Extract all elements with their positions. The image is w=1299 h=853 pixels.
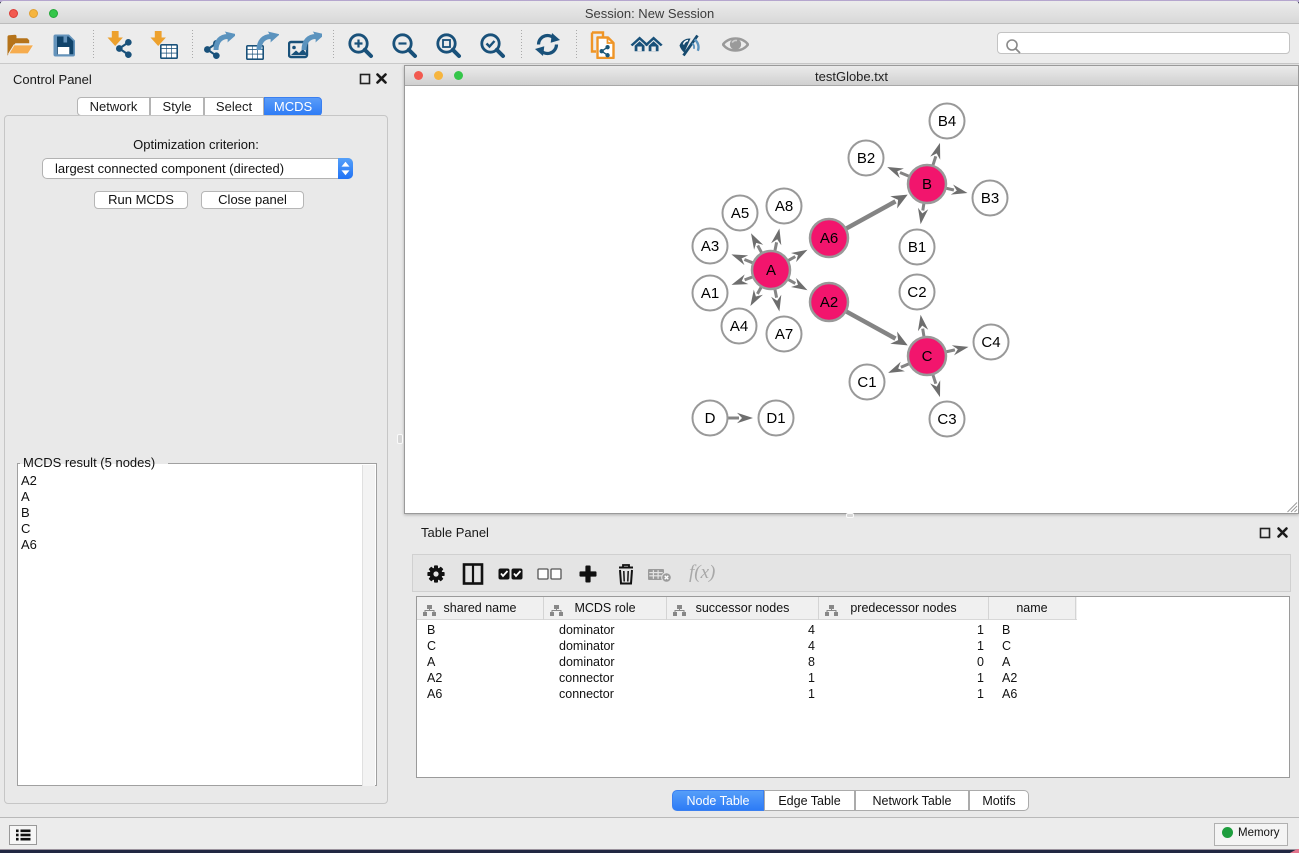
svg-text:B4: B4 [938,113,956,130]
svg-text:A1: A1 [701,285,719,302]
svg-text:C3: C3 [937,411,956,428]
svg-text:C: C [922,348,933,365]
svg-text:D: D [705,410,716,427]
svg-text:A3: A3 [701,238,719,255]
svg-text:A4: A4 [730,318,748,335]
svg-text:D1: D1 [766,410,785,427]
svg-text:C2: C2 [907,284,926,301]
svg-text:A7: A7 [775,326,793,343]
svg-text:B1: B1 [908,239,926,256]
svg-text:C4: C4 [981,334,1000,351]
svg-text:B3: B3 [981,190,999,207]
svg-text:A2: A2 [820,294,838,311]
svg-text:A5: A5 [731,205,749,222]
svg-text:A: A [766,262,776,279]
svg-text:B2: B2 [857,150,875,167]
svg-text:C1: C1 [857,374,876,391]
svg-text:B: B [922,176,932,193]
svg-text:A6: A6 [820,230,838,247]
svg-text:A8: A8 [775,198,793,215]
